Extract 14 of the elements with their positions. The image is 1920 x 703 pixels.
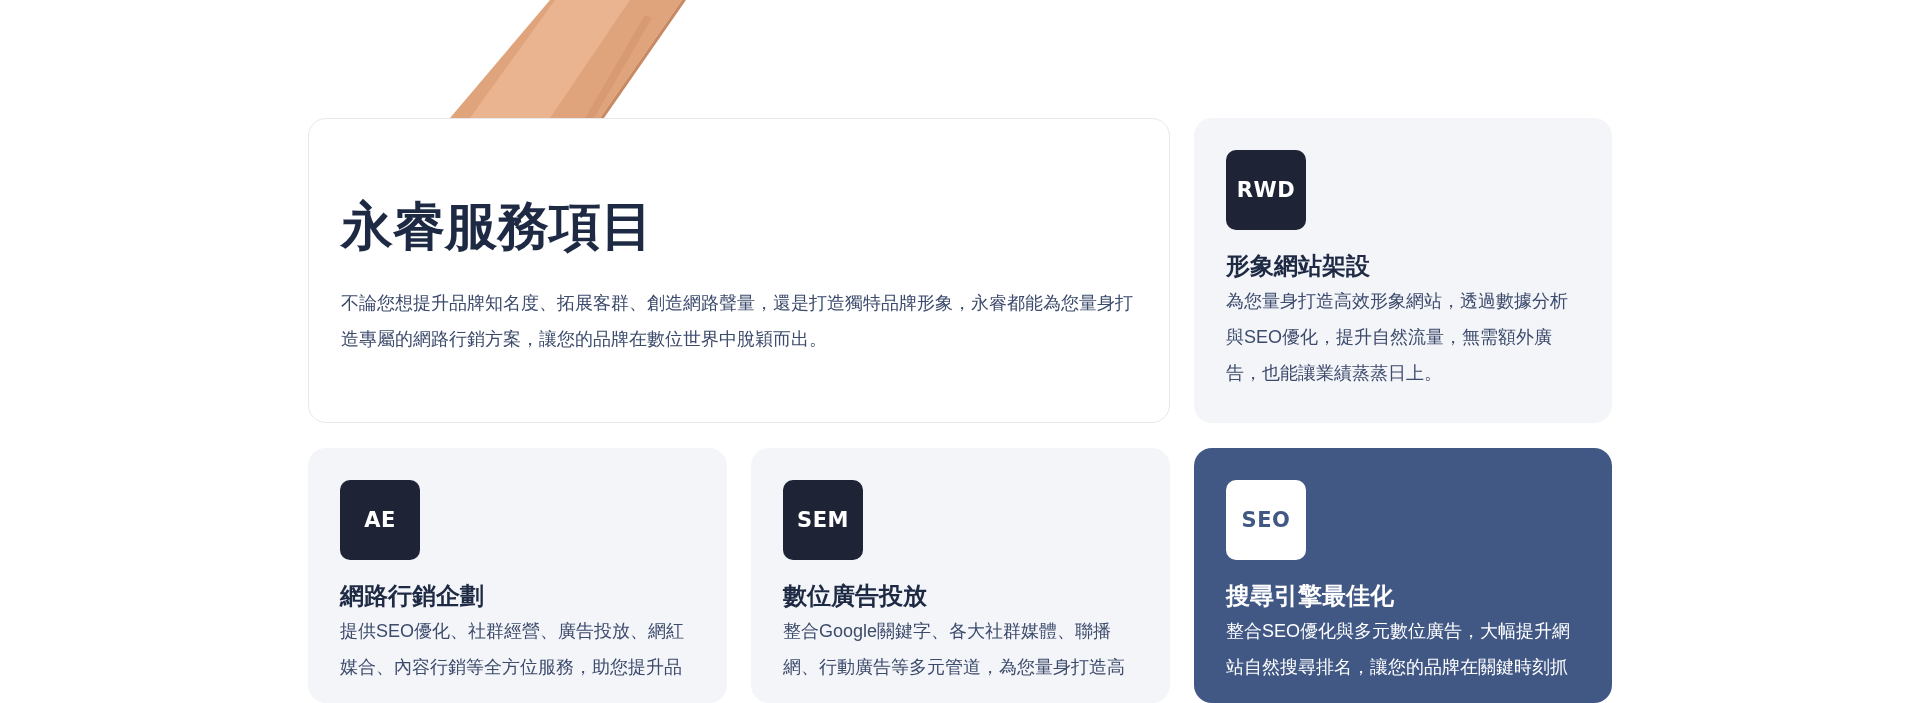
service-description: 為您量身打造高效形象網站，透過數據分析與SEO優化，提升自然流量，無需額外廣告，也能讓業績蒸蒸日上。 (1226, 290, 1569, 386)
service-badge: RWD (1226, 150, 1306, 230)
service-badge: SEO (1226, 480, 1306, 560)
service-title: 數位廣告投放 (783, 581, 928, 611)
service-title: 搜尋引擎最佳化 (1226, 581, 1395, 611)
section-title: 永睿服務項目 (341, 196, 654, 257)
service-description: 提供SEO優化、社群經營、廣告投放、網紅媒合、內容行銷等全方位服務，助您提升品 (340, 620, 685, 680)
service-title: 網路行銷企劃 (340, 581, 485, 611)
service-badge: AE (340, 480, 420, 560)
service-description: 整合SEO優化與多元數位廣告，大幅提升網站自然搜尋排名，讓您的品牌在關鍵時刻抓 (1226, 620, 1571, 680)
service-title: 形象網站架設 (1226, 251, 1371, 281)
intro-text: 不論您想提升品牌知名度、拓展客群、創造網路聲量，還是打造獨特品牌形象，永睿都能為您量身打造專屬的網路行銷方案，讓您的品牌在數位世界中脫穎而出。 (341, 292, 1134, 352)
service-badge: SEM (783, 480, 863, 560)
service-description: 整合Google關鍵字、各大社群媒體、聯播網、行動廣告等多元管道，為您量身打造高 (783, 620, 1126, 680)
